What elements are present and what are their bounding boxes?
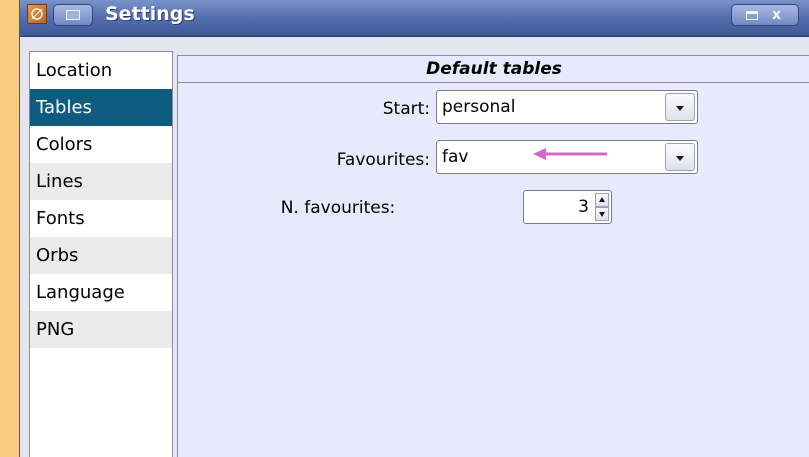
start-combobox[interactable]: personal [436,90,698,124]
favourites-label: Favourites: [336,150,430,170]
sidebar-item-language[interactable]: Language [30,274,172,311]
sidebar-item-tables[interactable]: Tables [30,89,172,126]
panel-title: Default tables [178,56,809,83]
sidebar-item-location[interactable]: Location [30,52,172,89]
chevron-down-icon[interactable] [665,143,695,171]
sidebar-item-fonts[interactable]: Fonts [30,200,172,237]
start-label: Start: [382,99,430,119]
settings-panel: Default tables Start: personal Favourite… [177,55,809,457]
window-menu-icon[interactable] [53,4,93,26]
close-icon[interactable]: x [772,6,781,24]
sidebar-item-png[interactable]: PNG [30,311,172,348]
app-icon[interactable] [27,4,47,24]
settings-category-list: Location Tables Colors Lines Fonts Orbs … [29,51,173,457]
window-title: Settings [105,3,195,25]
n-favourites-value: 3 [578,197,589,217]
increment-icon[interactable] [595,193,609,207]
favourites-value: fav [442,147,469,167]
sidebar-item-orbs[interactable]: Orbs [30,237,172,274]
title-bar[interactable]: Settings x [20,0,809,37]
chevron-down-icon[interactable] [665,93,695,121]
annotation-arrow-icon [533,148,607,160]
start-value: personal [442,97,516,117]
window-controls: x [731,4,799,26]
n-favourites-label: N. favourites: [280,198,396,218]
sidebar-item-lines[interactable]: Lines [30,163,172,200]
maximize-icon[interactable] [746,11,758,20]
n-favourites-spinbox[interactable]: 3 [523,190,612,224]
settings-window: Settings x Location Tables Colors Lines … [19,0,809,457]
sidebar-item-colors[interactable]: Colors [30,126,172,163]
decrement-icon[interactable] [595,207,609,221]
